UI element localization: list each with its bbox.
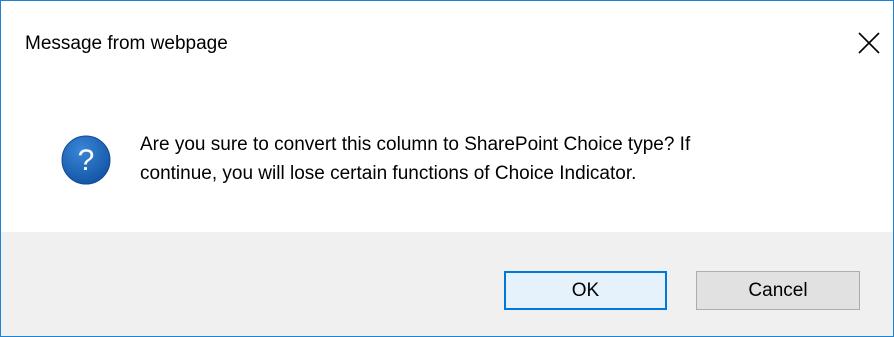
svg-text:?: ?: [78, 144, 95, 177]
question-icon: ?: [61, 135, 111, 185]
ok-button[interactable]: OK: [504, 271, 667, 310]
cancel-button[interactable]: Cancel: [696, 271, 860, 310]
message-line-1: Are you sure to convert this column to S…: [140, 134, 691, 155]
button-bar: OK Cancel: [1, 232, 893, 336]
dialog-content: ? Are you sure to convert this column to…: [1, 87, 893, 232]
close-button[interactable]: [851, 25, 887, 61]
message-dialog: Message from webpage ? Are you sure to c…: [0, 0, 894, 337]
close-icon: [858, 32, 880, 54]
dialog-message: Are you sure to convert this column to S…: [140, 130, 860, 188]
title-bar[interactable]: Message from webpage: [1, 1, 893, 87]
dialog-title: Message from webpage: [25, 33, 228, 54]
message-line-2: continue, you will lose certain function…: [140, 163, 637, 184]
